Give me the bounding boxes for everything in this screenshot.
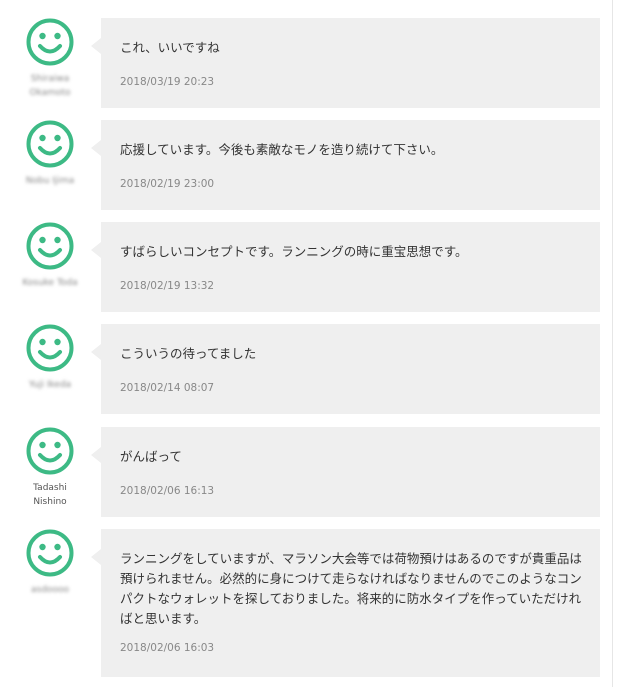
comment-date: 2018/02/19 23:00 — [120, 178, 215, 190]
author-name[interactable]: Tadashi Nishino — [20, 481, 80, 509]
comment-bubble: ランニングをしていますが、マラソン大会等では荷物預けはあるのですが貴重品は預けら… — [91, 529, 600, 677]
divider — [612, 0, 613, 687]
comment-text: これ、いいですね — [120, 40, 220, 55]
comment-author: Shiraiwa Okamoto — [20, 18, 80, 100]
smiley-face-icon[interactable] — [26, 324, 74, 372]
comment-item: Kosuke Toda すばらしいコンセプトです。ランニングの時に重宝思想です。… — [0, 222, 612, 312]
smiley-face-icon[interactable] — [26, 120, 74, 168]
comment-date: 2018/02/06 16:03 — [120, 642, 215, 654]
author-name[interactable]: Shiraiwa Okamoto — [20, 72, 80, 100]
comment-item: asdoooo ランニングをしていますが、マラソン大会等では荷物預けはあるのです… — [0, 529, 612, 677]
comment-item: Shiraiwa Okamoto これ、いいですね 2018/03/19 20:… — [0, 18, 612, 108]
smiley-face-icon[interactable] — [26, 222, 74, 270]
comment-item: Yuji Ikeda こういうの待ってました 2018/02/14 08:07 — [0, 324, 612, 414]
author-name[interactable]: asdoooo — [20, 583, 80, 597]
author-name[interactable]: Kosuke Toda — [20, 276, 80, 290]
author-name[interactable]: Nobu Ijima — [20, 174, 80, 188]
comment-author: Nobu Ijima — [20, 120, 80, 188]
comment-author: Yuji Ikeda — [20, 324, 80, 392]
comment-bubble: こういうの待ってました 2018/02/14 08:07 — [91, 324, 600, 414]
comment-text: 応援しています。今後も素敵なモノを造り続けて下さい。 — [120, 142, 444, 157]
comment-list: Shiraiwa Okamoto これ、いいですね 2018/03/19 20:… — [0, 0, 626, 687]
comment-date: 2018/02/14 08:07 — [120, 382, 215, 394]
author-name[interactable]: Yuji Ikeda — [20, 378, 80, 392]
comment-text: こういうの待ってました — [120, 346, 257, 361]
comment-bubble: すばらしいコンセプトです。ランニングの時に重宝思想です。 2018/02/19 … — [91, 222, 600, 312]
smiley-face-icon[interactable] — [26, 18, 74, 66]
comment-text: ランニングをしていますが、マラソン大会等では荷物預けはあるのですが貴重品は預けら… — [120, 551, 582, 626]
comment-bubble: がんばって 2018/02/06 16:13 — [91, 427, 600, 517]
comment-author: Tadashi Nishino — [20, 427, 80, 509]
comment-item: Nobu Ijima 応援しています。今後も素敵なモノを造り続けて下さい。 20… — [0, 120, 612, 210]
comment-date: 2018/02/19 13:32 — [120, 280, 215, 292]
comment-author: asdoooo — [20, 529, 80, 597]
comment-text: がんばって — [120, 449, 182, 464]
smiley-face-icon[interactable] — [26, 529, 74, 577]
comment-date: 2018/02/06 16:13 — [120, 485, 215, 497]
comment-bubble: 応援しています。今後も素敵なモノを造り続けて下さい。 2018/02/19 23… — [91, 120, 600, 210]
comment-text: すばらしいコンセプトです。ランニングの時に重宝思想です。 — [120, 244, 468, 259]
comment-date: 2018/03/19 20:23 — [120, 76, 215, 88]
comment-author: Kosuke Toda — [20, 222, 80, 290]
comment-bubble: これ、いいですね 2018/03/19 20:23 — [91, 18, 600, 108]
comment-item: Tadashi Nishino がんばって 2018/02/06 16:13 — [0, 427, 612, 517]
smiley-face-icon[interactable] — [26, 427, 74, 475]
